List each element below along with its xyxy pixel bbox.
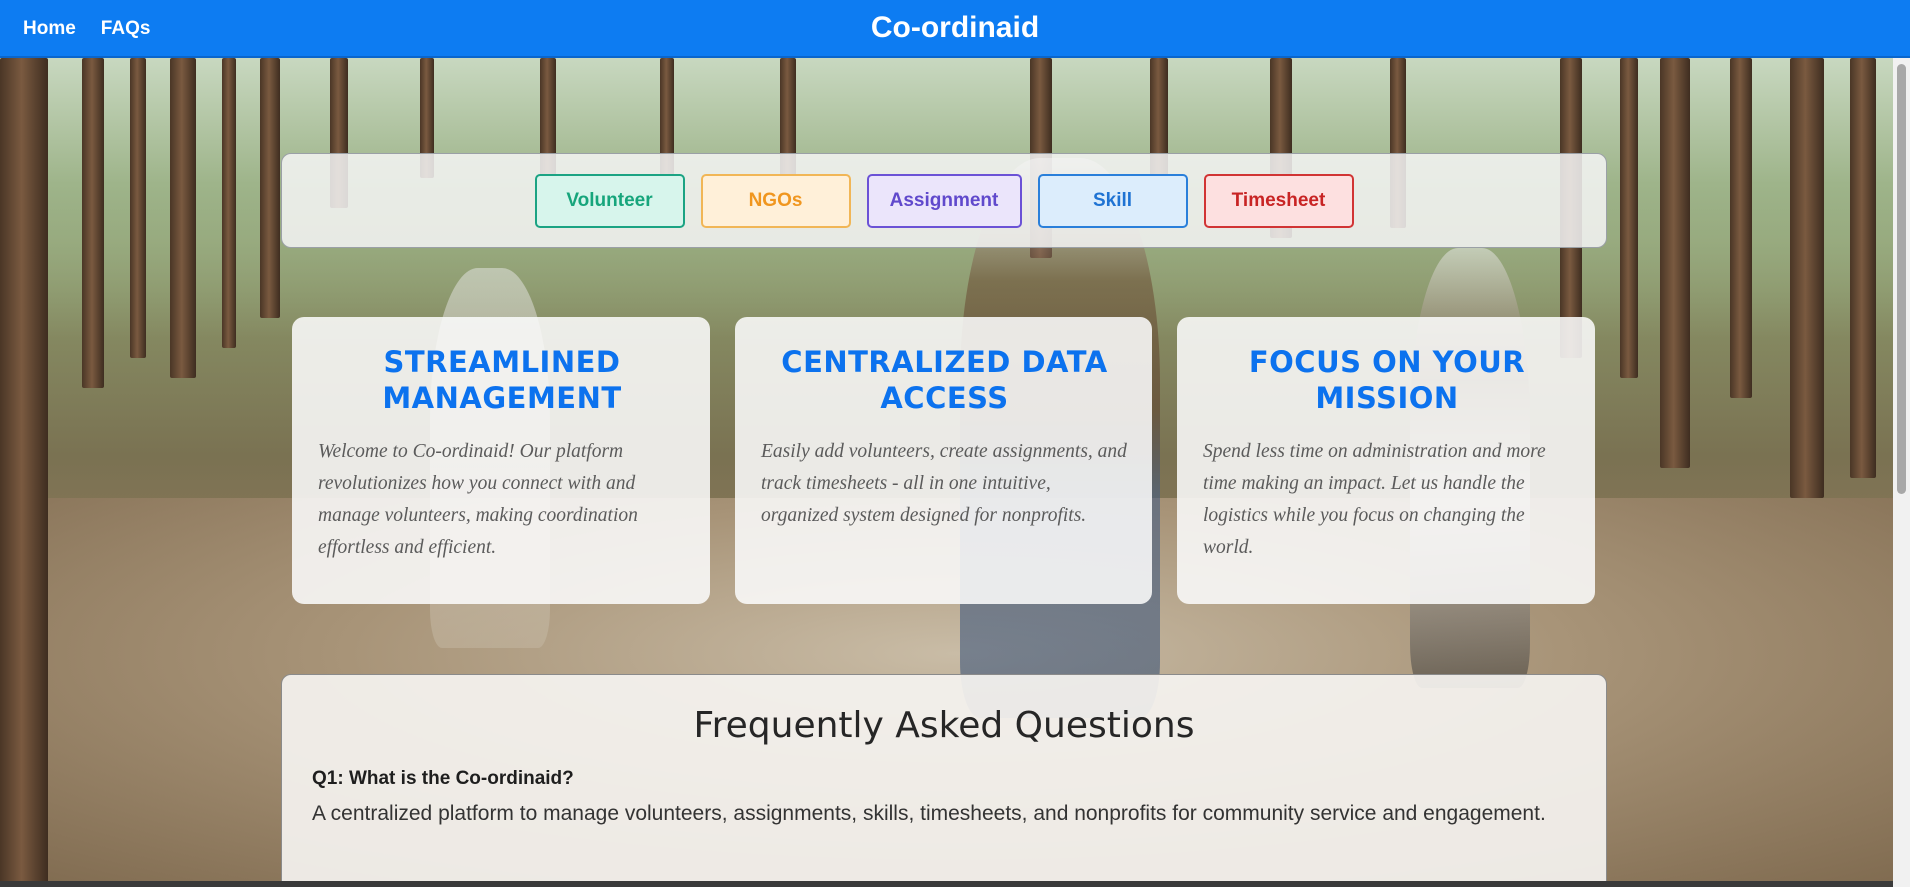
ngos-button[interactable]: NGOs	[700, 173, 851, 228]
top-navbar: Home FAQs Co-ordinaid	[0, 0, 1910, 58]
vertical-scrollbar[interactable]	[1893, 58, 1910, 887]
nav-links: Home FAQs	[23, 0, 150, 58]
feature-card-streamlined-management: STREAMLINED MANAGEMENT Welcome to Co-ord…	[292, 317, 710, 604]
faq-answer: A centralized platform to manage volunte…	[312, 802, 1546, 825]
nav-link-faqs[interactable]: FAQs	[101, 18, 151, 40]
feature-card-centralized-data-access: CENTRALIZED DATA ACCESS Easily add volun…	[735, 317, 1152, 604]
feature-card-text: Welcome to Co-ordinaid! Our platform rev…	[318, 441, 638, 558]
brand-title: Co-ordinaid	[870, 11, 1040, 44]
feature-card-focus-on-your-mission: FOCUS ON YOUR MISSION Spend less time on…	[1177, 317, 1595, 604]
faq-heading: Frequently Asked Questions	[693, 705, 1195, 746]
feature-card-text: Easily add volunteers, create assignment…	[761, 441, 1127, 526]
timesheet-button[interactable]: Timesheet	[1203, 173, 1354, 228]
feature-card-text: Spend less time on administration and mo…	[1203, 441, 1546, 558]
category-bar: Volunteer NGOs Assignment Skill Timeshee…	[281, 153, 1607, 248]
scrollbar-thumb[interactable]	[1897, 64, 1906, 494]
volunteer-button[interactable]: Volunteer	[534, 173, 685, 228]
bottom-edge-bar	[0, 881, 1893, 887]
assignment-button[interactable]: Assignment	[866, 173, 1022, 228]
feature-card-title: CENTRALIZED DATA ACCESS	[781, 345, 1108, 415]
skill-button[interactable]: Skill	[1037, 173, 1188, 228]
faq-section: Frequently Asked Questions Q1: What is t…	[281, 674, 1607, 887]
feature-card-title: STREAMLINED MANAGEMENT	[382, 345, 622, 415]
feature-card-title: FOCUS ON YOUR MISSION	[1248, 345, 1526, 415]
nav-link-home[interactable]: Home	[23, 18, 76, 40]
faq-question: Q1: What is the Co-ordinaid?	[312, 768, 574, 789]
